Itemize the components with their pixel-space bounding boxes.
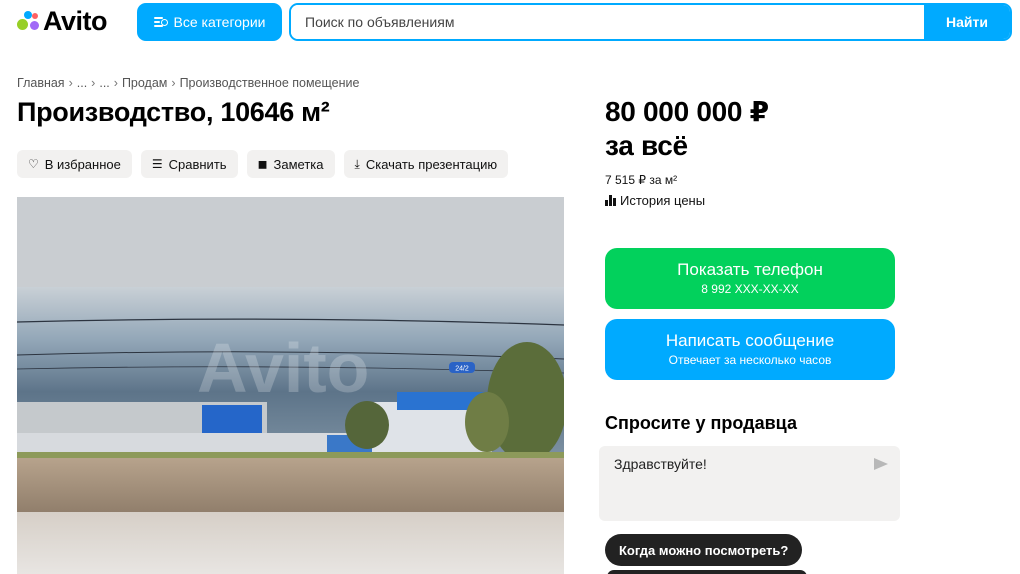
- listing-title: Производство, 10646 м²: [17, 97, 330, 127]
- breadcrumb-item-sell[interactable]: Продам: [122, 76, 167, 90]
- ask-seller-text: Здравствуйте!: [614, 456, 707, 472]
- all-categories-label: Все категории: [173, 14, 266, 30]
- download-presentation-button[interactable]: ⤓ Скачать презентацию: [343, 150, 509, 178]
- note-label: Заметка: [273, 156, 324, 172]
- phone-number-masked: 8 992 XXX-XX-XX: [701, 282, 799, 296]
- compare-label: Сравнить: [168, 156, 227, 172]
- response-time-label: Отвечает за несколько часов: [668, 353, 832, 367]
- compare-icon: ☰: [151, 157, 163, 171]
- quick-question-chip-partial[interactable]: [607, 570, 807, 574]
- show-phone-label: Показать телефон: [677, 260, 823, 279]
- favorite-label: В избранное: [44, 156, 121, 172]
- search-bar: Найти: [289, 3, 1012, 41]
- download-presentation-label: Скачать презентацию: [365, 156, 498, 172]
- photo-sign-text: 24/2: [455, 366, 469, 373]
- breadcrumb-separator: ›: [171, 76, 176, 90]
- write-message-button[interactable]: Написать сообщение Отвечает за несколько…: [605, 319, 895, 380]
- breadcrumb-item-category[interactable]: Производственное помещение: [180, 76, 360, 90]
- avito-logo[interactable]: Avito: [16, 5, 108, 36]
- price-qualifier: за всё: [605, 130, 688, 161]
- listing-actions: ♡ В избранное ☰ Сравнить ◼ Заметка ⤓ Ска…: [17, 150, 509, 178]
- logo-text: Avito: [43, 5, 108, 36]
- breadcrumb-separator: ›: [68, 76, 73, 90]
- favorite-button[interactable]: ♡ В избранное: [17, 150, 132, 178]
- ask-seller-input[interactable]: Здравствуйте!: [599, 446, 900, 521]
- street-view-image: 24/2 Avito: [17, 197, 564, 574]
- send-icon[interactable]: [874, 458, 888, 470]
- breadcrumb-item-home[interactable]: Главная: [17, 76, 65, 90]
- categories-search-icon: [153, 16, 168, 28]
- show-phone-button[interactable]: Показать телефон 8 992 XXX-XX-XX: [605, 248, 895, 309]
- breadcrumb-item[interactable]: ...: [77, 76, 87, 90]
- breadcrumb-separator: ›: [91, 76, 96, 90]
- compare-button[interactable]: ☰ Сравнить: [140, 150, 238, 178]
- price-block: 80 000 000 ₽ за всё: [605, 95, 769, 163]
- logo-dots-icon: [16, 8, 42, 34]
- price-history-link[interactable]: История цены: [605, 193, 705, 208]
- note-button[interactable]: ◼ Заметка: [246, 150, 335, 178]
- price-value: 80 000 000 ₽: [605, 96, 769, 127]
- breadcrumb-separator: ›: [113, 76, 118, 90]
- search-input[interactable]: [291, 5, 924, 39]
- price-history-label: История цены: [620, 193, 706, 208]
- avito-watermark: Avito: [197, 329, 369, 407]
- bar-chart-icon: [605, 195, 616, 206]
- price-per-m2: 7 515 ₽ за м²: [605, 173, 678, 187]
- breadcrumb: Главная › ... › ... › Продам › Производс…: [17, 76, 359, 90]
- search-button[interactable]: Найти: [924, 5, 1010, 39]
- breadcrumb-item[interactable]: ...: [99, 76, 109, 90]
- note-icon: ◼: [257, 157, 268, 171]
- quick-question-chip[interactable]: Когда можно посмотреть?: [605, 534, 803, 566]
- listing-photo[interactable]: 24/2 Avito: [17, 197, 564, 574]
- heart-icon: ♡: [28, 157, 39, 171]
- all-categories-button[interactable]: Все категории: [137, 3, 282, 41]
- write-message-label: Написать сообщение: [665, 331, 835, 350]
- ask-seller-title: Спросите у продавца: [605, 413, 797, 433]
- download-icon: ⤓: [354, 157, 360, 171]
